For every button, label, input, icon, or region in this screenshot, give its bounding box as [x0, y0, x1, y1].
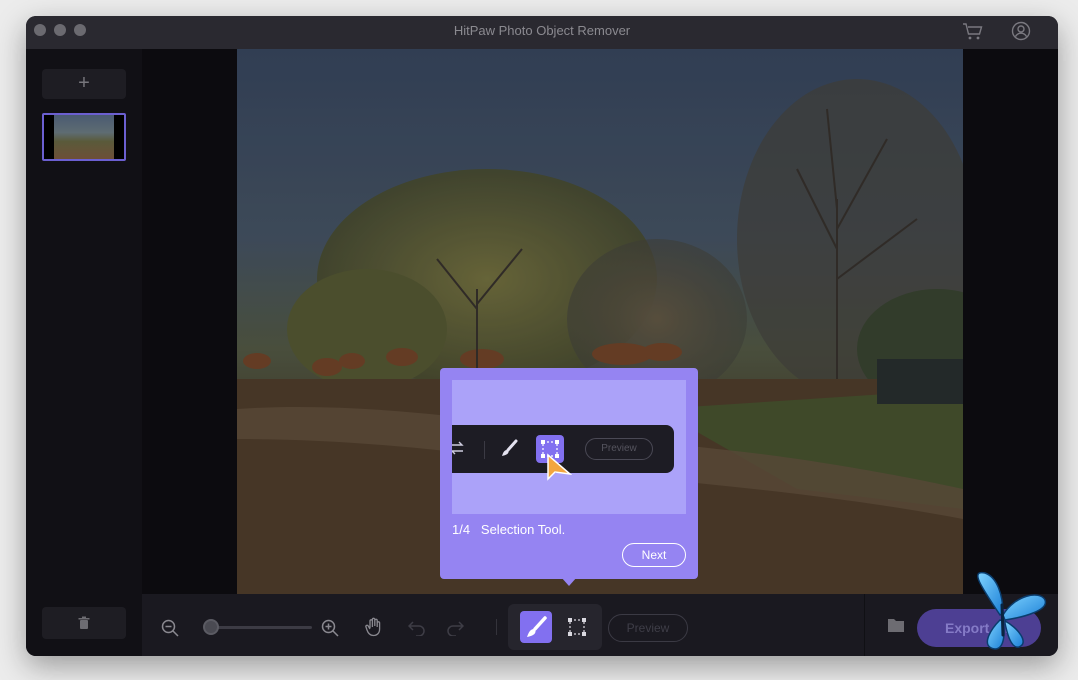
plus-icon: + — [78, 72, 90, 94]
redo-icon[interactable] — [446, 620, 464, 636]
add-image-button[interactable]: + — [42, 69, 126, 99]
next-button[interactable]: Next — [622, 543, 686, 567]
folder-icon[interactable] — [887, 617, 905, 633]
delete-image-button[interactable] — [42, 607, 126, 639]
cart-icon[interactable] — [962, 21, 984, 41]
user-account-icon[interactable] — [1011, 21, 1031, 41]
thumbnail-image — [54, 115, 114, 159]
tooltip-step-text: 1/4 Selection Tool. — [452, 522, 566, 537]
mini-divider — [484, 441, 485, 459]
zoom-slider-track[interactable] — [208, 626, 312, 629]
rectangle-selection-icon[interactable] — [566, 616, 588, 638]
brush-tool-button[interactable] — [520, 611, 552, 643]
image-thumbnail[interactable] — [42, 113, 126, 161]
preview-button[interactable]: Preview — [608, 614, 688, 642]
image-list-sidebar: + — [26, 49, 142, 656]
zoom-out-icon[interactable] — [161, 619, 179, 637]
app-window: HitPaw Photo Object Remover + Preview 1/… — [26, 16, 1058, 656]
toolbar-divider-right — [864, 594, 865, 656]
trash-icon — [78, 616, 90, 629]
tool-group — [508, 604, 602, 650]
window-title: HitPaw Photo Object Remover — [453, 23, 631, 38]
cursor-icon — [547, 453, 572, 481]
onboarding-tooltip: Preview 1/4 Selection Tool. Next — [440, 368, 698, 579]
bottom-toolbar: Preview Export all — [142, 594, 1058, 656]
toolbar-divider — [496, 619, 497, 635]
zoom-in-icon[interactable] — [321, 619, 339, 637]
swap-icon — [452, 441, 464, 455]
tooltip-arrow — [561, 577, 577, 586]
mini-preview-label: Preview — [585, 438, 653, 460]
brush-icon — [527, 616, 547, 637]
undo-icon[interactable] — [408, 620, 426, 636]
title-bar: HitPaw Photo Object Remover — [26, 16, 1058, 49]
brush-icon — [502, 439, 518, 456]
hand-icon[interactable] — [365, 617, 383, 637]
zoom-slider-handle[interactable] — [203, 619, 219, 635]
butterfly-mascot-icon — [977, 571, 1046, 650]
tooltip-illustration: Preview — [452, 380, 686, 514]
